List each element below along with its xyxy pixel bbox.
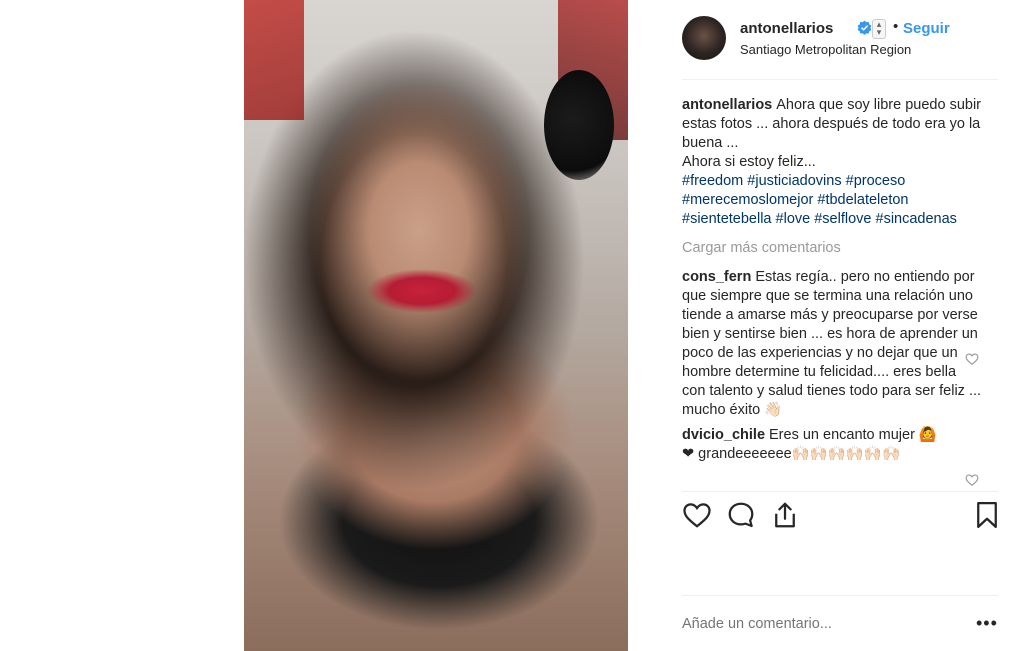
comment-author-link[interactable]: dvicio_chile <box>682 427 765 443</box>
location-link[interactable]: Santiago Metropolitan Region <box>740 42 911 57</box>
share-icon[interactable] <box>770 500 800 530</box>
comment-icon[interactable] <box>726 500 756 530</box>
comment-text: Eres un encanto mujer 🙆 <box>769 427 937 443</box>
comments-list[interactable]: antonellarios Ahora que soy libre puedo s… <box>682 96 982 490</box>
stepper-arrows-icon[interactable]: ▴ ▾ <box>872 19 886 39</box>
action-bar <box>682 500 1000 532</box>
more-options-button[interactable]: ••• <box>976 614 998 632</box>
hashtag-link[interactable]: #merecemoslomejor <box>682 192 813 208</box>
hashtag-link[interactable]: #tbdelateleton <box>817 192 908 208</box>
header-divider <box>682 79 998 80</box>
photo-hair-flower <box>544 70 614 180</box>
hashtag-link[interactable]: #proceso <box>846 173 906 189</box>
follow-button[interactable]: Seguir <box>903 20 950 37</box>
hashtag-link[interactable]: #selflove <box>814 211 871 227</box>
caption: antonellarios Ahora que soy libre puedo s… <box>682 96 982 229</box>
separator-dot: • <box>893 18 899 35</box>
post-photo[interactable] <box>244 0 628 651</box>
add-comment-divider <box>682 595 998 596</box>
load-more-comments-button[interactable]: Cargar más comentarios <box>682 239 982 258</box>
hashtag-link[interactable]: #justiciadovins <box>747 173 841 189</box>
comment-item: cons_fern Estas regía.. pero no entiendo … <box>682 268 982 420</box>
small-heart-icon[interactable] <box>965 352 979 366</box>
hashtag-link[interactable]: #sientetebella <box>682 211 772 227</box>
add-comment-input[interactable] <box>682 616 942 632</box>
small-heart-icon[interactable] <box>965 473 979 487</box>
caption-author-link[interactable]: antonellarios <box>682 97 772 113</box>
comment-author-link[interactable]: cons_fern <box>682 269 751 285</box>
hashtag-link[interactable]: #freedom <box>682 173 743 189</box>
post-header: antonellarios ▴ ▾ • Seguir Santiago Metro… <box>682 14 1002 64</box>
comment-text: Estas regía.. pero no entiendo por que s… <box>682 269 982 418</box>
photo-background-left <box>244 0 304 120</box>
heart-icon[interactable] <box>682 500 712 530</box>
hashtag-link[interactable]: #love <box>776 211 811 227</box>
post-side-panel: antonellarios ▴ ▾ • Seguir Santiago Metro… <box>660 0 1009 651</box>
bookmark-icon[interactable] <box>972 500 1002 530</box>
avatar[interactable] <box>682 16 726 60</box>
username-link[interactable]: antonellarios <box>740 20 833 37</box>
comment-item: dvicio_chile Eres un encanto mujer 🙆 ❤ gr… <box>682 426 982 464</box>
comment-text-line2: ❤ grandeeeeeee🙌🏻🙌🏻🙌🏻🙌🏻🙌🏻🙌🏻 <box>682 446 901 462</box>
comments-divider <box>682 491 998 492</box>
verified-badge-icon <box>857 20 872 35</box>
caption-text-line2: Ahora si estoy feliz... <box>682 154 816 170</box>
hashtag-link[interactable]: #sincadenas <box>876 211 957 227</box>
